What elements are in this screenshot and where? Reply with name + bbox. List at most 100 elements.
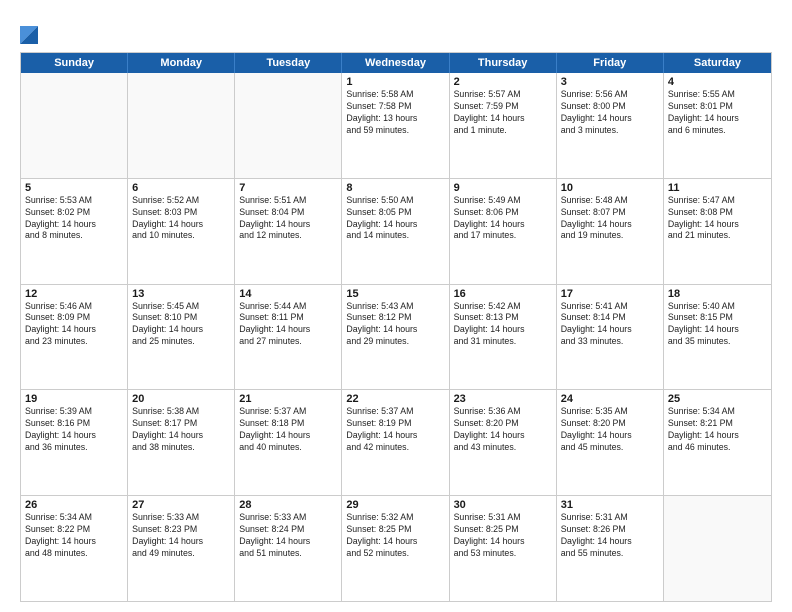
calendar-cell-r2-c1: 13Sunrise: 5:45 AM Sunset: 8:10 PM Dayli… xyxy=(128,285,235,390)
calendar-cell-r4-c2: 28Sunrise: 5:33 AM Sunset: 8:24 PM Dayli… xyxy=(235,496,342,601)
day-number: 14 xyxy=(239,288,337,300)
day-info: Sunrise: 5:38 AM Sunset: 8:17 PM Dayligh… xyxy=(132,406,230,454)
day-info: Sunrise: 5:32 AM Sunset: 8:25 PM Dayligh… xyxy=(346,512,444,560)
calendar-cell-r1-c6: 11Sunrise: 5:47 AM Sunset: 8:08 PM Dayli… xyxy=(664,179,771,284)
day-info: Sunrise: 5:41 AM Sunset: 8:14 PM Dayligh… xyxy=(561,301,659,349)
day-number: 13 xyxy=(132,288,230,300)
day-number: 9 xyxy=(454,182,552,194)
calendar-cell-r3-c5: 24Sunrise: 5:35 AM Sunset: 8:20 PM Dayli… xyxy=(557,390,664,495)
calendar-cell-r0-c3: 1Sunrise: 5:58 AM Sunset: 7:58 PM Daylig… xyxy=(342,73,449,178)
calendar-cell-r3-c1: 20Sunrise: 5:38 AM Sunset: 8:17 PM Dayli… xyxy=(128,390,235,495)
calendar-cell-r0-c6: 4Sunrise: 5:55 AM Sunset: 8:01 PM Daylig… xyxy=(664,73,771,178)
day-number: 23 xyxy=(454,393,552,405)
day-info: Sunrise: 5:39 AM Sunset: 8:16 PM Dayligh… xyxy=(25,406,123,454)
weekday-thursday: Thursday xyxy=(450,53,557,73)
logo-icon xyxy=(20,16,38,44)
weekday-friday: Friday xyxy=(557,53,664,73)
calendar-cell-r4-c5: 31Sunrise: 5:31 AM Sunset: 8:26 PM Dayli… xyxy=(557,496,664,601)
day-number: 1 xyxy=(346,76,444,88)
day-info: Sunrise: 5:46 AM Sunset: 8:09 PM Dayligh… xyxy=(25,301,123,349)
calendar-cell-r2-c2: 14Sunrise: 5:44 AM Sunset: 8:11 PM Dayli… xyxy=(235,285,342,390)
day-info: Sunrise: 5:50 AM Sunset: 8:05 PM Dayligh… xyxy=(346,195,444,243)
day-number: 20 xyxy=(132,393,230,405)
day-number: 16 xyxy=(454,288,552,300)
calendar-body: 1Sunrise: 5:58 AM Sunset: 7:58 PM Daylig… xyxy=(21,73,771,601)
day-info: Sunrise: 5:37 AM Sunset: 8:19 PM Dayligh… xyxy=(346,406,444,454)
day-info: Sunrise: 5:47 AM Sunset: 8:08 PM Dayligh… xyxy=(668,195,767,243)
day-number: 28 xyxy=(239,499,337,511)
calendar-cell-r3-c0: 19Sunrise: 5:39 AM Sunset: 8:16 PM Dayli… xyxy=(21,390,128,495)
calendar-cell-r0-c4: 2Sunrise: 5:57 AM Sunset: 7:59 PM Daylig… xyxy=(450,73,557,178)
calendar-cell-r4-c6 xyxy=(664,496,771,601)
calendar-row-3: 19Sunrise: 5:39 AM Sunset: 8:16 PM Dayli… xyxy=(21,389,771,495)
day-number: 27 xyxy=(132,499,230,511)
calendar-cell-r3-c2: 21Sunrise: 5:37 AM Sunset: 8:18 PM Dayli… xyxy=(235,390,342,495)
day-number: 17 xyxy=(561,288,659,300)
day-number: 26 xyxy=(25,499,123,511)
day-info: Sunrise: 5:43 AM Sunset: 8:12 PM Dayligh… xyxy=(346,301,444,349)
calendar-cell-r2-c4: 16Sunrise: 5:42 AM Sunset: 8:13 PM Dayli… xyxy=(450,285,557,390)
day-number: 2 xyxy=(454,76,552,88)
day-number: 30 xyxy=(454,499,552,511)
day-number: 18 xyxy=(668,288,767,300)
day-info: Sunrise: 5:53 AM Sunset: 8:02 PM Dayligh… xyxy=(25,195,123,243)
day-info: Sunrise: 5:31 AM Sunset: 8:25 PM Dayligh… xyxy=(454,512,552,560)
day-info: Sunrise: 5:45 AM Sunset: 8:10 PM Dayligh… xyxy=(132,301,230,349)
day-number: 22 xyxy=(346,393,444,405)
day-info: Sunrise: 5:33 AM Sunset: 8:23 PM Dayligh… xyxy=(132,512,230,560)
day-number: 19 xyxy=(25,393,123,405)
day-number: 24 xyxy=(561,393,659,405)
weekday-tuesday: Tuesday xyxy=(235,53,342,73)
day-info: Sunrise: 5:37 AM Sunset: 8:18 PM Dayligh… xyxy=(239,406,337,454)
calendar-cell-r2-c3: 15Sunrise: 5:43 AM Sunset: 8:12 PM Dayli… xyxy=(342,285,449,390)
calendar-cell-r1-c0: 5Sunrise: 5:53 AM Sunset: 8:02 PM Daylig… xyxy=(21,179,128,284)
calendar-cell-r4-c3: 29Sunrise: 5:32 AM Sunset: 8:25 PM Dayli… xyxy=(342,496,449,601)
day-info: Sunrise: 5:55 AM Sunset: 8:01 PM Dayligh… xyxy=(668,89,767,137)
calendar-cell-r0-c5: 3Sunrise: 5:56 AM Sunset: 8:00 PM Daylig… xyxy=(557,73,664,178)
calendar-cell-r0-c0 xyxy=(21,73,128,178)
day-info: Sunrise: 5:44 AM Sunset: 8:11 PM Dayligh… xyxy=(239,301,337,349)
day-number: 21 xyxy=(239,393,337,405)
day-number: 25 xyxy=(668,393,767,405)
day-number: 4 xyxy=(668,76,767,88)
calendar-cell-r2-c5: 17Sunrise: 5:41 AM Sunset: 8:14 PM Dayli… xyxy=(557,285,664,390)
day-info: Sunrise: 5:48 AM Sunset: 8:07 PM Dayligh… xyxy=(561,195,659,243)
calendar-row-4: 26Sunrise: 5:34 AM Sunset: 8:22 PM Dayli… xyxy=(21,495,771,601)
calendar-cell-r2-c0: 12Sunrise: 5:46 AM Sunset: 8:09 PM Dayli… xyxy=(21,285,128,390)
day-info: Sunrise: 5:51 AM Sunset: 8:04 PM Dayligh… xyxy=(239,195,337,243)
weekday-sunday: Sunday xyxy=(21,53,128,73)
day-number: 12 xyxy=(25,288,123,300)
weekday-monday: Monday xyxy=(128,53,235,73)
header xyxy=(20,16,772,44)
weekday-saturday: Saturday xyxy=(664,53,771,73)
calendar: Sunday Monday Tuesday Wednesday Thursday… xyxy=(20,52,772,602)
weekday-wednesday: Wednesday xyxy=(342,53,449,73)
day-info: Sunrise: 5:58 AM Sunset: 7:58 PM Dayligh… xyxy=(346,89,444,137)
day-number: 15 xyxy=(346,288,444,300)
calendar-cell-r1-c2: 7Sunrise: 5:51 AM Sunset: 8:04 PM Daylig… xyxy=(235,179,342,284)
calendar-cell-r0-c1 xyxy=(128,73,235,178)
calendar-cell-r4-c4: 30Sunrise: 5:31 AM Sunset: 8:25 PM Dayli… xyxy=(450,496,557,601)
day-number: 29 xyxy=(346,499,444,511)
day-number: 3 xyxy=(561,76,659,88)
page: Sunday Monday Tuesday Wednesday Thursday… xyxy=(0,0,792,612)
day-number: 8 xyxy=(346,182,444,194)
day-number: 11 xyxy=(668,182,767,194)
day-info: Sunrise: 5:33 AM Sunset: 8:24 PM Dayligh… xyxy=(239,512,337,560)
day-number: 6 xyxy=(132,182,230,194)
calendar-cell-r0-c2 xyxy=(235,73,342,178)
calendar-cell-r1-c4: 9Sunrise: 5:49 AM Sunset: 8:06 PM Daylig… xyxy=(450,179,557,284)
calendar-row-0: 1Sunrise: 5:58 AM Sunset: 7:58 PM Daylig… xyxy=(21,73,771,178)
calendar-cell-r1-c3: 8Sunrise: 5:50 AM Sunset: 8:05 PM Daylig… xyxy=(342,179,449,284)
day-number: 7 xyxy=(239,182,337,194)
day-info: Sunrise: 5:56 AM Sunset: 8:00 PM Dayligh… xyxy=(561,89,659,137)
calendar-cell-r1-c5: 10Sunrise: 5:48 AM Sunset: 8:07 PM Dayli… xyxy=(557,179,664,284)
day-info: Sunrise: 5:31 AM Sunset: 8:26 PM Dayligh… xyxy=(561,512,659,560)
calendar-cell-r2-c6: 18Sunrise: 5:40 AM Sunset: 8:15 PM Dayli… xyxy=(664,285,771,390)
calendar-header: Sunday Monday Tuesday Wednesday Thursday… xyxy=(21,53,771,73)
day-number: 10 xyxy=(561,182,659,194)
calendar-cell-r3-c6: 25Sunrise: 5:34 AM Sunset: 8:21 PM Dayli… xyxy=(664,390,771,495)
logo xyxy=(20,16,42,44)
day-info: Sunrise: 5:42 AM Sunset: 8:13 PM Dayligh… xyxy=(454,301,552,349)
day-info: Sunrise: 5:57 AM Sunset: 7:59 PM Dayligh… xyxy=(454,89,552,137)
